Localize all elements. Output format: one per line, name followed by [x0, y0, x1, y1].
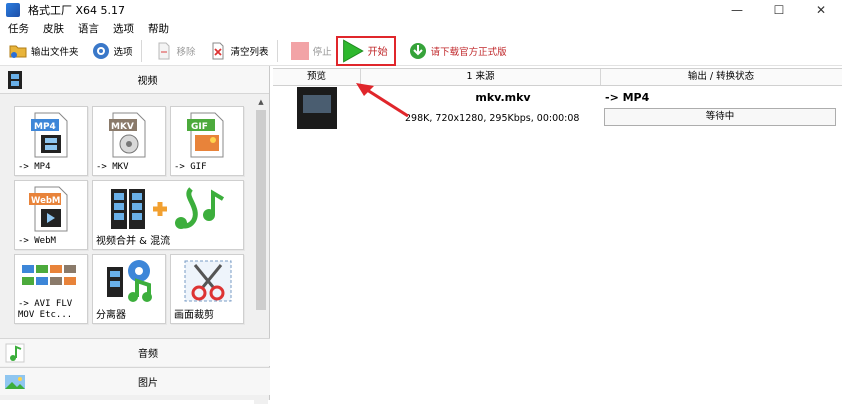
format-grid: MP4 -> MP4 MKV -> MKV GIF -> GIF WebM ->…	[4, 98, 254, 338]
window-title: 格式工厂 X64 5.17	[28, 4, 126, 17]
menu-help[interactable]: 帮助	[142, 21, 175, 36]
output-folder-label: 输出文件夹	[31, 46, 79, 58]
stop-button[interactable]: 停止	[286, 38, 336, 64]
mp4-icon: MP4	[31, 112, 68, 158]
download-label: 请下载官方正式版	[430, 46, 507, 58]
remove-button[interactable]: 移除	[150, 38, 200, 64]
window-controls: — ☐ ✕	[716, 0, 842, 20]
menu-options[interactable]: 选项	[107, 21, 140, 36]
merge-mux-icon	[111, 187, 225, 229]
toolbar: 输出文件夹 选项 移除 清空列表 停止 开始 请下载官方正式版	[0, 35, 842, 66]
folder-icon	[9, 45, 27, 58]
scroll-up-arrow[interactable]: ▲	[254, 96, 268, 108]
download-icon	[409, 42, 426, 59]
tile-splitter[interactable]: 分离器	[92, 254, 166, 324]
tile-label: 视频合并 & 混流	[96, 236, 171, 247]
svg-text:GIF: GIF	[191, 122, 208, 132]
format-panel: 视频 MP4 -> MP4 MKV -> MKV GIF -> GIF WebM…	[0, 66, 270, 404]
menu-task[interactable]: 任务	[2, 21, 35, 36]
column-preview[interactable]: 预览	[273, 69, 361, 85]
minimize-button[interactable]: —	[716, 0, 758, 20]
close-button[interactable]: ✕	[800, 0, 842, 20]
source-file-info: 298K, 720x1280, 295Kbps, 00:00:08	[405, 113, 580, 124]
film-icon	[8, 70, 22, 89]
maximize-button[interactable]: ☐	[758, 0, 800, 20]
tile-label: -> WebM	[18, 236, 56, 246]
splitter-icon	[107, 260, 152, 302]
picture-icon	[5, 374, 25, 389]
output-format: -> MP4	[605, 91, 650, 104]
menu-skin[interactable]: 皮肤	[37, 21, 70, 36]
scissors-icon	[184, 260, 232, 302]
download-official-button[interactable]: 请下载官方正式版	[404, 38, 511, 64]
play-icon	[342, 38, 364, 63]
source-filename: mkv.mkv	[475, 91, 531, 104]
audio-category-header[interactable]: 音频	[0, 338, 270, 366]
tile-gif[interactable]: GIF -> GIF	[170, 106, 244, 176]
image-category-header[interactable]: 图片	[0, 367, 270, 395]
conversion-status[interactable]: 等待中	[604, 108, 836, 126]
tile-label: -> GIF	[174, 162, 207, 172]
audio-category-label: 音频	[138, 349, 158, 360]
tile-label: -> MKV	[96, 162, 129, 172]
music-note-icon	[5, 343, 25, 362]
output-folder-button[interactable]: 输出文件夹	[4, 38, 83, 64]
svg-text:MKV: MKV	[111, 122, 134, 132]
start-button[interactable]: 开始	[335, 35, 396, 66]
svg-text:MP4: MP4	[34, 122, 56, 132]
options-label: 选项	[113, 46, 133, 58]
tile-label: -> AVI FLV MOV Etc...	[18, 299, 73, 320]
tile-label: 画面裁剪	[174, 310, 214, 321]
start-label: 开始	[367, 47, 388, 58]
toolbar-separator	[276, 39, 278, 62]
title-bar: 格式工厂 X64 5.17 — ☐ ✕	[0, 0, 842, 20]
menu-bar: 任务 皮肤 语言 选项 帮助	[0, 20, 842, 36]
video-thumbnail-frame	[303, 95, 331, 113]
multi-format-icon	[22, 265, 76, 285]
tile-crop[interactable]: 画面裁剪	[170, 254, 244, 324]
stop-label: 停止	[312, 46, 332, 58]
column-output-status[interactable]: 输出 / 转换状态	[601, 69, 841, 85]
video-category-header[interactable]: 视频	[0, 66, 269, 94]
options-button[interactable]: 选项	[87, 38, 137, 64]
webm-icon: WebM	[29, 186, 68, 232]
clear-list-button[interactable]: 清空列表	[204, 38, 273, 64]
tile-label: 分离器	[96, 310, 126, 321]
video-thumbnail	[297, 87, 337, 129]
tile-merge[interactable]: 视频合并 & 混流	[92, 180, 244, 250]
clear-list-label: 清空列表	[230, 46, 269, 58]
document-remove-icon	[158, 42, 170, 59]
video-category-label: 视频	[137, 76, 158, 87]
remove-label: 移除	[176, 46, 196, 58]
tile-webm[interactable]: WebM -> WebM	[14, 180, 88, 250]
svg-text:WebM: WebM	[31, 196, 60, 206]
app-icon	[6, 3, 20, 17]
scroll-thumb[interactable]	[256, 110, 266, 310]
image-category-label: 图片	[138, 378, 158, 389]
tile-mp4[interactable]: MP4 -> MP4	[14, 106, 88, 176]
mkv-icon: MKV	[109, 112, 146, 158]
gear-icon	[92, 42, 109, 59]
tile-mkv[interactable]: MKV -> MKV	[92, 106, 166, 176]
tile-avi-flv-mov[interactable]: -> AVI FLV MOV Etc...	[14, 254, 88, 324]
menu-language[interactable]: 语言	[72, 21, 105, 36]
clear-list-icon	[212, 42, 224, 59]
gif-icon: GIF	[187, 112, 224, 158]
annotation-arrow	[356, 83, 409, 118]
toolbar-separator	[140, 39, 142, 62]
tile-label: -> MP4	[18, 162, 51, 172]
stop-icon	[290, 41, 309, 60]
